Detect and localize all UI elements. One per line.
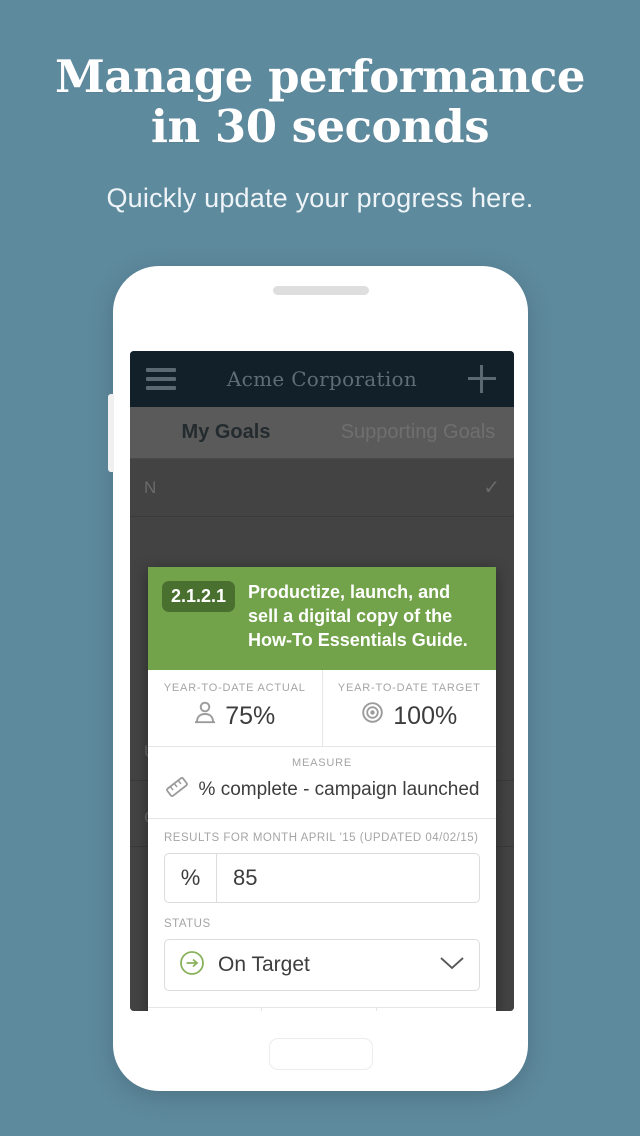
goal-card-header: 2.1.2.1 Productize, launch, and sell a d… <box>148 567 496 671</box>
metric-value-wrap: 75% <box>152 701 318 732</box>
tab-my-goals[interactable]: My Goals <box>130 421 322 444</box>
measure-value: % complete - campaign launched <box>198 779 480 801</box>
status-block: STATUS On Target <box>148 903 496 1007</box>
app-screen: Acme Corporation My Goals Supporting Goa… <box>130 351 514 1011</box>
plus-icon[interactable] <box>468 364 498 394</box>
app-title: Acme Corporation <box>226 367 418 391</box>
tab-supporting-goals[interactable]: Supporting Goals <box>322 421 514 444</box>
list-item[interactable]: N ✓ <box>130 459 514 517</box>
promo-title-line2: in 30 seconds <box>150 100 490 154</box>
status-label: STATUS <box>164 918 211 931</box>
card-actions: Save Edit <box>148 1007 496 1011</box>
measure-row: MEASURE % complete - campaign launched <box>148 747 496 820</box>
arrow-circle-right-icon <box>179 950 205 981</box>
app-header: Acme Corporation <box>130 351 514 407</box>
person-pin-icon <box>194 701 216 732</box>
promo-subtitle: Quickly update your progress here. <box>106 182 534 213</box>
measure-value-wrap: % complete - campaign launched <box>152 776 492 804</box>
metric-value: 100% <box>393 701 458 730</box>
ruler-icon <box>165 776 189 804</box>
edit-button[interactable]: Edit <box>261 1008 375 1011</box>
target-icon <box>361 701 384 731</box>
phone-side-button <box>108 394 114 472</box>
promo-title-line1: Manage performance <box>54 50 586 103</box>
check-icon: ✓ <box>483 477 500 499</box>
metric-ytd-actual: YEAR-TO-DATE ACTUAL 75% <box>148 670 322 746</box>
hamburger-icon[interactable] <box>146 368 176 390</box>
result-input-row[interactable]: % 85 <box>164 853 480 904</box>
result-unit-label: % <box>165 854 217 903</box>
phone-speaker-grille <box>272 286 369 295</box>
measure-label: MEASURE <box>292 757 352 770</box>
results-block: RESULTS FOR MONTH APRIL '15 (UPDATED 04/… <box>148 819 496 904</box>
goal-detail-card: 2.1.2.1 Productize, launch, and sell a d… <box>148 567 496 1011</box>
metric-label: YEAR-TO-DATE TARGET <box>337 682 481 695</box>
metric-ytd-target: YEAR-TO-DATE TARGET 100% <box>321 670 497 747</box>
result-value-input[interactable]: 85 <box>217 854 479 902</box>
chevron-down-icon[interactable] <box>439 955 465 976</box>
phone-home-button[interactable] <box>268 1038 373 1070</box>
list-item-label: N <box>144 477 157 497</box>
promo-title: Manage performance in 30 seconds <box>0 50 640 154</box>
metric-value-wrap: 100% <box>327 701 493 731</box>
status-dropdown[interactable]: On Target <box>164 939 480 992</box>
save-button[interactable]: Save <box>148 1008 261 1011</box>
goal-number-badge: 2.1.2.1 <box>162 581 236 612</box>
promo-block: Manage performance in 30 seconds Quickly… <box>0 50 640 214</box>
results-label: RESULTS FOR MONTH APRIL '15 (UPDATED 04/… <box>164 832 479 845</box>
metrics-row: YEAR-TO-DATE ACTUAL 75% YEAR-TO-DATE TAR… <box>148 670 497 748</box>
phone-mockup: Acme Corporation My Goals Supporting Goa… <box>108 266 528 1091</box>
metric-value: 75% <box>225 702 276 731</box>
comment-button[interactable]: Comment <box>375 1008 496 1011</box>
metric-label: YEAR-TO-DATE ACTUAL <box>163 682 306 695</box>
status-value: On Target <box>218 953 310 977</box>
tab-bar: My Goals Supporting Goals <box>130 407 514 459</box>
goal-list: N ✓ U ✓ C ✓ 2.1.2.1 Productize, launch, … <box>130 459 514 1011</box>
goal-title: Productize, launch, and sell a digital c… <box>248 582 468 650</box>
